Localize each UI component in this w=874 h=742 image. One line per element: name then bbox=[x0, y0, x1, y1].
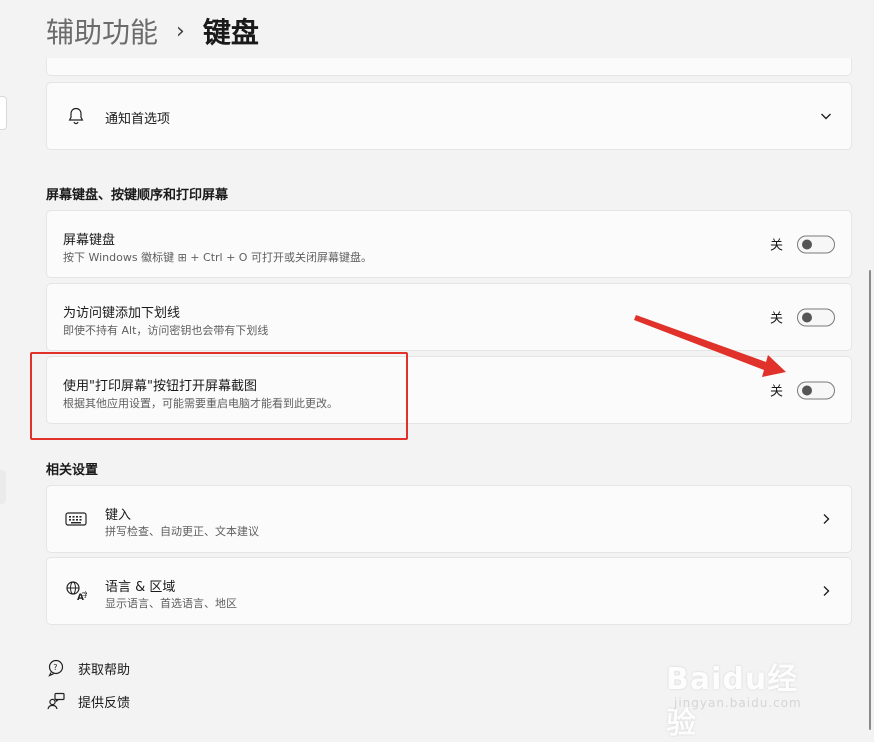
typing-title: 键入 bbox=[105, 508, 132, 523]
language-icon: A字 bbox=[65, 580, 87, 602]
get-help-link[interactable]: ? 获取帮助 bbox=[46, 658, 130, 678]
chevron-down-icon[interactable] bbox=[819, 109, 833, 123]
toggle-state-label: 关 bbox=[769, 238, 783, 254]
underline-access-keys-toggle-group: 关 bbox=[770, 308, 835, 327]
on-screen-keyboard-toggle-group: 关 bbox=[770, 235, 835, 254]
give-feedback-label: 提供反馈 bbox=[78, 695, 131, 711]
breadcrumb-parent[interactable]: 辅助功能 bbox=[46, 11, 158, 51]
chevron-right-icon[interactable] bbox=[819, 512, 833, 526]
on-screen-keyboard-subtitle: 按下 Windows 徽标键 ⊞ + Ctrl + O 可打开或关闭屏幕键盘。 bbox=[63, 251, 372, 264]
typing-settings-row[interactable]: 键入 拼写检查、自动更正、文本建议 bbox=[46, 485, 852, 553]
scrollbar[interactable] bbox=[869, 270, 871, 730]
language-region-row[interactable]: A字 语言 & 区域 显示语言、首选语言、地区 bbox=[46, 557, 852, 625]
chevron-right-icon[interactable] bbox=[819, 584, 833, 598]
left-nav-edge bbox=[0, 96, 7, 130]
notification-preferences-row[interactable]: 通知首选项 bbox=[46, 82, 852, 150]
previous-card-bottom bbox=[46, 58, 852, 76]
breadcrumb-separator: › bbox=[176, 18, 185, 44]
underline-access-keys-row: 为访问键添加下划线 即使不持有 Alt，访问密钥也会带有下划线 关 bbox=[46, 283, 852, 351]
toggle-state-label: 关 bbox=[769, 384, 783, 400]
feedback-icon bbox=[46, 691, 66, 711]
bell-icon bbox=[65, 105, 87, 127]
on-screen-keyboard-toggle[interactable] bbox=[797, 235, 835, 253]
print-screen-toggle[interactable] bbox=[797, 381, 835, 399]
highlight-box bbox=[30, 352, 408, 440]
help-chat-icon: ? bbox=[46, 658, 66, 678]
get-help-label: 获取帮助 bbox=[78, 662, 131, 678]
give-feedback-link[interactable]: 提供反馈 bbox=[46, 691, 130, 711]
underline-access-keys-title: 为访问键添加下划线 bbox=[63, 306, 181, 321]
svg-text:字: 字 bbox=[82, 590, 87, 599]
toggle-knob bbox=[802, 239, 812, 249]
page-title: 键盘 bbox=[202, 16, 259, 49]
on-screen-keyboard-title: 屏幕键盘 bbox=[63, 233, 116, 248]
toggle-knob bbox=[802, 385, 812, 395]
underline-access-keys-subtitle: 即使不持有 Alt，访问密钥也会带有下划线 bbox=[63, 324, 269, 337]
breadcrumb: 辅助功能 › 键盘 bbox=[46, 10, 259, 52]
language-region-subtitle: 显示语言、首选语言、地区 bbox=[105, 597, 237, 610]
baidu-jingyan-watermark: Baidu经验 jingyan.baidu.com bbox=[666, 644, 826, 741]
section-title-related: 相关设置 bbox=[46, 463, 99, 478]
section-title-keyboard: 屏幕键盘、按键顺序和打印屏幕 bbox=[46, 188, 229, 203]
notification-preferences-label: 通知首选项 bbox=[105, 112, 171, 127]
underline-access-keys-toggle[interactable] bbox=[797, 308, 835, 326]
on-screen-keyboard-row: 屏幕键盘 按下 Windows 徽标键 ⊞ + Ctrl + O 可打开或关闭屏… bbox=[46, 210, 852, 278]
watermark-sub: jingyan.baidu.com bbox=[674, 696, 802, 710]
toggle-state-label: 关 bbox=[769, 311, 783, 327]
toggle-knob bbox=[802, 312, 812, 322]
left-nav-edge-lower bbox=[0, 470, 6, 504]
language-region-title: 语言 & 区域 bbox=[105, 580, 176, 595]
typing-subtitle: 拼写检查、自动更正、文本建议 bbox=[105, 525, 259, 538]
keyboard-icon bbox=[65, 508, 87, 530]
svg-text:?: ? bbox=[53, 663, 57, 672]
print-screen-toggle-group: 关 bbox=[770, 381, 835, 400]
